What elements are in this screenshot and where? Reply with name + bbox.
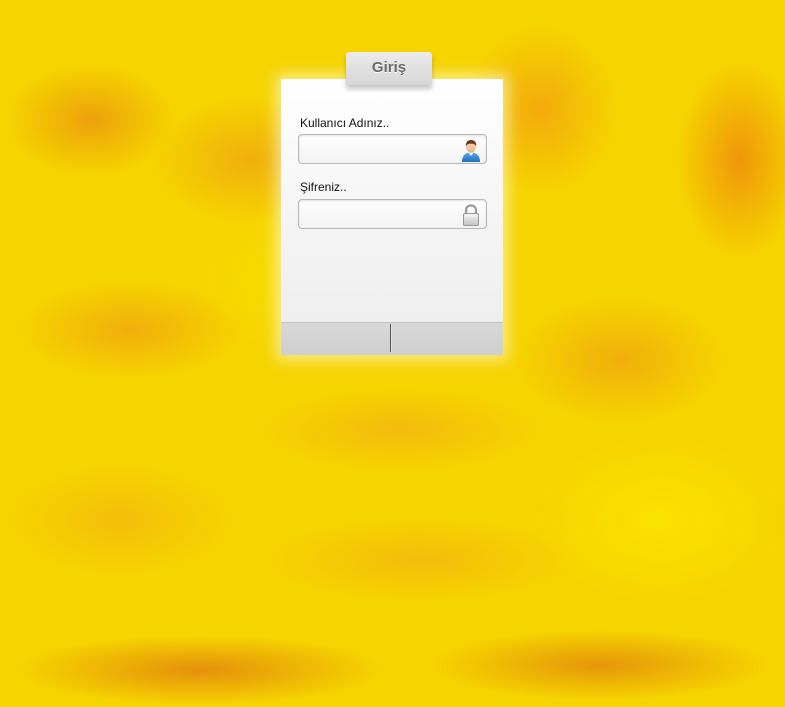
right-action-button[interactable]: [392, 323, 503, 355]
button-bar: [281, 322, 503, 355]
username-field-box: [298, 134, 487, 164]
user-icon: [460, 138, 482, 162]
username-input[interactable]: [305, 139, 455, 159]
login-tab-title: Giriş: [346, 52, 432, 85]
login-panel: Kullanıcı Adınız.. Şifreniz..: [281, 79, 503, 355]
password-input[interactable]: [305, 204, 455, 224]
left-action-button[interactable]: [281, 323, 390, 355]
password-label: Şifreniz..: [300, 180, 347, 194]
password-field-box: [298, 199, 487, 229]
username-label: Kullanıcı Adınız..: [300, 116, 390, 130]
lock-icon: [460, 203, 482, 227]
